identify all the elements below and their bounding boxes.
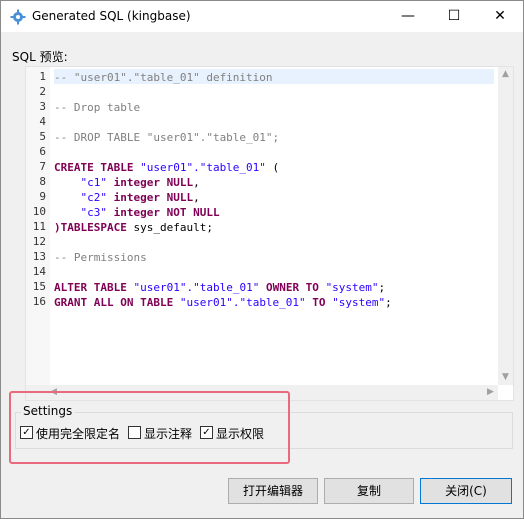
- window-title: Generated SQL (kingbase): [32, 9, 191, 23]
- line-number: 1: [39, 70, 46, 83]
- code-line: CREATE TABLE "user01"."table_01" (: [54, 160, 279, 175]
- code-token: "c1": [80, 176, 108, 189]
- annotation-highlight-box: [9, 391, 290, 464]
- code-line: ALTER TABLE "user01"."table_01" OWNER TO…: [54, 280, 385, 295]
- generated-sql-dialog: Generated SQL (kingbase) — ☐ ✕ SQL 预览: 1…: [0, 0, 524, 519]
- code-line: -- Permissions: [54, 250, 147, 265]
- code-token: -- Permissions: [54, 251, 147, 264]
- code-line: "c3" integer NOT NULL: [54, 205, 220, 220]
- code-token: "system": [325, 281, 379, 294]
- gear-icon: [10, 9, 26, 25]
- chevron-up-icon[interactable]: ▲: [498, 67, 513, 82]
- code-token: GRANT ALL ON TABLE: [54, 296, 180, 309]
- code-line: -- "user01"."table_01" definition: [54, 70, 273, 85]
- line-number: 13: [32, 250, 46, 263]
- code-token: ,: [193, 176, 200, 189]
- copy-button[interactable]: 复制: [324, 478, 414, 504]
- code-line: "c1" integer NULL,: [54, 175, 200, 190]
- line-number: 10: [32, 205, 46, 218]
- line-number: 4: [39, 115, 46, 128]
- line-number: 6: [39, 145, 46, 158]
- code-token: integer NULL: [113, 191, 194, 204]
- code-token: "user01"."table_01": [140, 161, 266, 174]
- code-line: "c2" integer NULL,: [54, 190, 200, 205]
- vertical-scrollbar[interactable]: ▲ ▼: [498, 67, 513, 385]
- line-number: 3: [39, 100, 46, 113]
- line-number: 5: [39, 130, 46, 143]
- code-token: -- "user01"."table_01" definition: [54, 71, 273, 84]
- code-line: -- Drop table: [54, 100, 140, 115]
- code-token: TO: [305, 296, 333, 309]
- minimize-button[interactable]: —: [385, 1, 431, 32]
- line-number: 16: [32, 295, 46, 308]
- line-number: 9: [39, 190, 46, 203]
- code-line: -- DROP TABLE "user01"."table_01";: [54, 130, 279, 145]
- chevron-down-icon[interactable]: ▼: [498, 370, 513, 385]
- maximize-button[interactable]: ☐: [431, 1, 477, 32]
- line-number: 2: [39, 85, 46, 98]
- line-number: 15: [32, 280, 46, 293]
- code-token: -- DROP TABLE "user01"."table_01";: [54, 131, 280, 144]
- code-token: "c2": [80, 191, 108, 204]
- open-editor-button[interactable]: 打开编辑器: [228, 478, 318, 504]
- line-number: 12: [32, 235, 46, 248]
- code-token: ALTER TABLE: [54, 281, 134, 294]
- code-token: ,: [193, 191, 200, 204]
- line-number: 8: [39, 175, 46, 188]
- line-number: 7: [39, 160, 46, 173]
- code-token: OWNER TO: [259, 281, 326, 294]
- sql-preview-label: SQL 预览:: [12, 50, 68, 64]
- code-area[interactable]: -- "user01"."table_01" definition -- Drop…: [54, 67, 510, 385]
- code-token: "user01"."table_01": [179, 296, 306, 309]
- code-token: (: [265, 161, 280, 174]
- code-token: ;: [378, 281, 386, 294]
- code-token: "system": [332, 296, 386, 309]
- line-number: 11: [32, 220, 46, 233]
- title-bar: Generated SQL (kingbase) — ☐ ✕: [1, 1, 523, 32]
- sql-editor[interactable]: 1 2 3 4 5 6 7 8 9 10 11 12 13 14 15 16 -- "user01"."tab…: [25, 66, 514, 401]
- code-token: ;: [385, 296, 392, 309]
- close-window-button[interactable]: ✕: [477, 1, 523, 32]
- code-line: GRANT ALL ON TABLE "user01"."table_01" T…: [54, 295, 392, 310]
- code-token: integer NOT NULL: [113, 206, 220, 219]
- code-token: sys_default;: [126, 221, 213, 234]
- code-token: "c3": [80, 206, 108, 219]
- code-token: integer NULL: [113, 176, 194, 189]
- code-token: )TABLESPACE: [54, 221, 127, 234]
- code-token: "user01"."table_01": [133, 281, 260, 294]
- line-number-gutter: 1 2 3 4 5 6 7 8 9 10 11 12 13 14 15 16: [26, 67, 50, 385]
- code-token: CREATE TABLE: [54, 161, 141, 174]
- close-button[interactable]: 关闭(C): [420, 478, 512, 504]
- chevron-right-icon[interactable]: ▶: [483, 385, 498, 400]
- line-number: 14: [32, 265, 46, 278]
- code-line: )TABLESPACE sys_default;: [54, 220, 213, 235]
- code-token: -- Drop table: [54, 101, 141, 114]
